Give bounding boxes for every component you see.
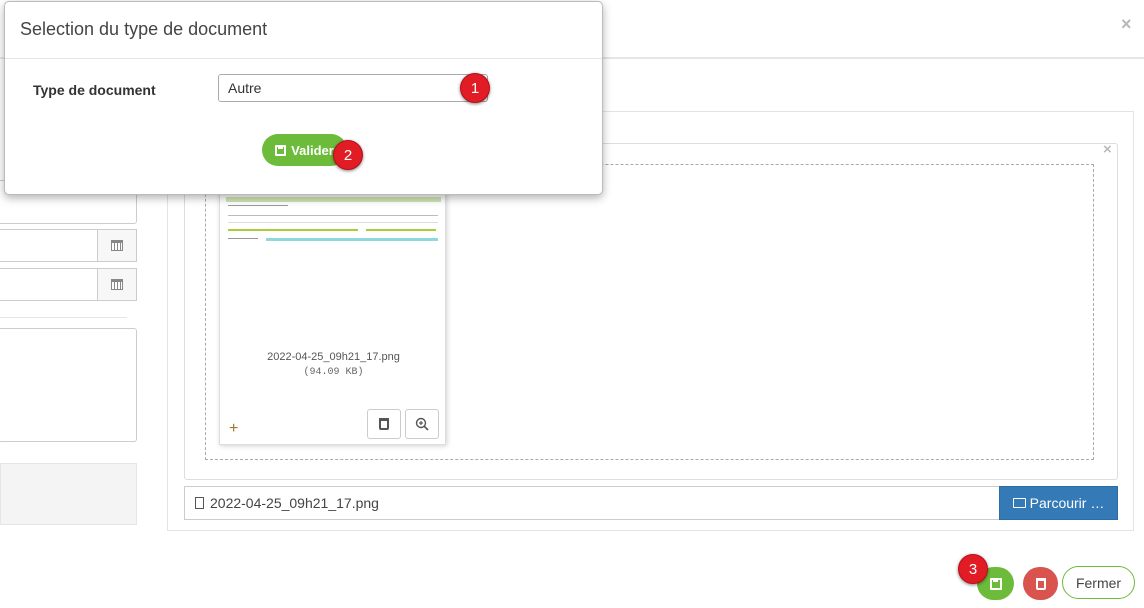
document-type-select[interactable]: Autre — [218, 74, 488, 102]
form-divider — [0, 317, 127, 318]
step-badge-3: 3 — [958, 554, 988, 584]
dialog-header-divider — [5, 58, 602, 59]
file-icon — [195, 497, 204, 509]
document-type-dialog: Selection du type de document Type de do… — [4, 1, 603, 195]
start-date-input[interactable] — [0, 229, 98, 262]
start-date-calendar-button[interactable] — [97, 229, 137, 262]
preview-close-icon[interactable]: × — [1103, 141, 1112, 158]
modal-close-icon[interactable]: × — [1121, 14, 1132, 35]
comment-textarea[interactable] — [0, 328, 137, 442]
file-thumbnail-card: 2022-04-25_09h21_17.png (94.09 KB) + — [219, 170, 446, 445]
browse-button[interactable]: Parcourir … — [999, 486, 1118, 520]
trash-icon — [1035, 577, 1046, 590]
thumbnail-file-size: (94.09 KB) — [303, 367, 364, 378]
validate-button-label: Valider — [291, 142, 334, 158]
document-type-value: Autre — [228, 80, 262, 96]
document-type-label: Type de document — [33, 82, 156, 98]
close-button[interactable]: Fermer — [1062, 566, 1135, 599]
end-date-input[interactable] — [0, 268, 98, 301]
floppy-disk-icon — [989, 577, 1002, 590]
thumbnail-file-name: 2022-04-25_09h21_17.png — [267, 351, 400, 363]
floppy-disk-icon — [275, 144, 287, 156]
folder-open-icon — [1012, 498, 1026, 508]
remove-file-button[interactable] — [367, 409, 401, 439]
file-name-input[interactable]: 2022-04-25_09h21_17.png — [184, 486, 1000, 520]
step-badge-2: 2 — [333, 140, 363, 170]
zoom-file-button[interactable] — [405, 409, 439, 439]
zoom-in-icon — [415, 417, 429, 431]
file-name-value: 2022-04-25_09h21_17.png — [210, 495, 379, 511]
dialog-title: Selection du type de document — [20, 19, 268, 39]
thumbnail-image — [226, 191, 441, 321]
delete-button[interactable] — [1023, 567, 1058, 600]
step-badge-1: 1 — [460, 73, 490, 103]
calendar-icon — [111, 279, 123, 290]
add-file-icon[interactable]: + — [229, 420, 238, 438]
browse-button-label: Parcourir … — [1029, 495, 1105, 511]
info-panel-fragment — [0, 463, 137, 525]
trash-icon — [379, 418, 389, 430]
end-date-calendar-button[interactable] — [97, 268, 137, 301]
calendar-icon — [111, 240, 123, 251]
